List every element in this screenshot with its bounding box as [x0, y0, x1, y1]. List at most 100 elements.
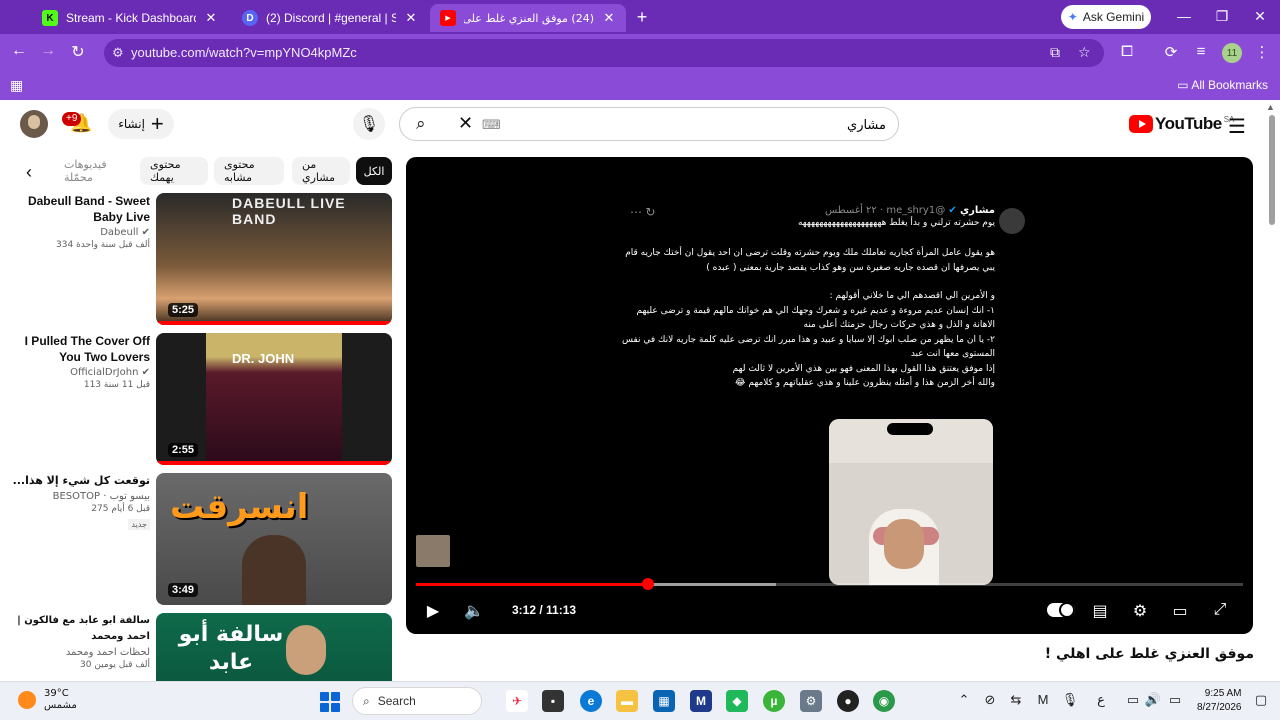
apps-grid-icon[interactable]: ▦ — [10, 77, 23, 94]
autoplay-toggle[interactable] — [1047, 602, 1075, 618]
app-m-icon[interactable]: M — [690, 690, 712, 712]
close-icon[interactable]: ✕ — [204, 10, 218, 26]
video-title[interactable]: I Pulled The Cover Off You Two Lovers — [2, 333, 150, 365]
taskbar-search[interactable]: ⌕ Search — [352, 687, 482, 715]
minimize-icon[interactable]: — — [1174, 8, 1194, 24]
sync-icon[interactable]: ⟳ — [1161, 43, 1181, 61]
microphone-icon[interactable]: 🎙 — [1061, 692, 1079, 708]
youtube-logo[interactable]: YouTube SA — [1129, 114, 1234, 134]
obs-icon[interactable]: ● — [837, 690, 859, 712]
theater-mode-icon[interactable]: ▭ — [1168, 601, 1192, 621]
channel-name[interactable]: OfficialDrJohn ✔ — [2, 367, 150, 378]
video-title[interactable]: توقعت كل شيء إلا هذا... — [2, 473, 150, 489]
tray-overflow-icon[interactable]: ⌃ — [955, 692, 973, 708]
video-player[interactable]: ⋯ ↻ مشاري ✔ @me_shry1 · ٢٢ أغسطس يوم حشر… — [406, 157, 1253, 634]
bird-app-icon[interactable]: ✈ — [506, 690, 528, 712]
chip-all[interactable]: الكل — [356, 157, 392, 185]
new-tab-button[interactable]: + — [632, 7, 652, 28]
profile-avatar[interactable]: 11 — [1222, 43, 1242, 63]
site-info-icon[interactable]: ⚙ — [112, 45, 124, 61]
play-icon[interactable]: ▶ — [421, 601, 445, 621]
back-icon[interactable]: ← — [8, 42, 30, 60]
new-badge: جديد — [128, 519, 150, 530]
speaker-icon[interactable]: 🔊 — [1144, 692, 1162, 708]
tray-app-icon[interactable]: ⇆ — [1007, 692, 1025, 708]
language-indicator[interactable]: ع — [1092, 692, 1110, 708]
bookmark-star-icon[interactable]: ☆ — [1078, 44, 1091, 61]
chip-from-channel[interactable]: من مشاري — [292, 157, 350, 185]
search-input[interactable] — [506, 115, 886, 135]
media-icon[interactable]: ≡ — [1191, 43, 1211, 60]
list-item[interactable]: DABEULL LIVE BAND 5:25 Dabeull Band - Sw… — [0, 193, 400, 327]
chip-similar[interactable]: محتوى مشابه — [214, 157, 284, 185]
tray-app-icon[interactable]: M — [1034, 692, 1052, 707]
video-title[interactable]: سالفة ابو عابد مع فالكون | احمد ومحمد — [2, 613, 150, 645]
channel-name[interactable]: BESOTOP · بيسو توب — [2, 491, 150, 502]
all-bookmarks-button[interactable]: ▭ All Bookmarks — [1177, 78, 1268, 92]
video-title[interactable]: Dabeull Band - Sweet Baby Live — [2, 193, 150, 225]
account-avatar[interactable] — [20, 110, 48, 138]
app-diamond-icon[interactable]: ◆ — [726, 690, 748, 712]
duration-badge: 5:25 — [167, 303, 198, 317]
more-menu-icon[interactable]: ⋮ — [1252, 43, 1272, 61]
network-icon[interactable]: ▭ — [1124, 692, 1142, 708]
url-text: youtube.com/watch?v=mpYNO4kpMZc — [131, 45, 357, 60]
ask-gemini-button[interactable]: ✦ Ask Gemini — [1061, 5, 1151, 29]
list-item[interactable]: DR. JOHN 2:55 I Pulled The Cover Off You… — [0, 333, 400, 467]
reload-icon[interactable]: ↻ — [67, 42, 89, 62]
install-icon[interactable]: ⧉ — [1050, 44, 1060, 61]
video-thumbnail[interactable]: سالفة أبو عابد — [156, 613, 392, 681]
keyboard-icon[interactable]: ⌨ — [482, 117, 501, 133]
scrubber-handle[interactable] — [641, 578, 654, 590]
tweet-paragraph: ٢- يا ان ما يظهر من صلب ابوك إلا سبايا و… — [622, 334, 995, 360]
channel-name[interactable]: Dabeull ✔ — [2, 227, 150, 238]
create-button[interactable]: إنشاء + — [108, 109, 174, 139]
tab-kick[interactable]: K Stream - Kick Dashboard ✕ — [32, 4, 228, 32]
settings-gear-icon[interactable]: ⚙ — [1128, 601, 1152, 621]
video-thumbnail[interactable]: DABEULL LIVE BAND 5:25 — [156, 193, 392, 325]
file-explorer-icon[interactable]: ▬ — [616, 690, 638, 712]
chip-uploaded[interactable]: فيديوهات محمّلة — [54, 157, 134, 185]
clear-search-icon[interactable]: ✕ — [458, 113, 473, 134]
scroll-up-arrow[interactable]: ▲ — [1266, 102, 1275, 112]
scrollbar-thumb[interactable] — [1269, 115, 1275, 225]
task-view-icon[interactable]: ▪ — [542, 690, 564, 712]
video-thumbnail[interactable]: انسرقت 3:49 — [156, 473, 392, 605]
hamburger-menu-icon[interactable]: ☰ — [1228, 114, 1246, 139]
close-icon[interactable]: ✕ — [602, 10, 616, 26]
address-bar[interactable]: ⚙ youtube.com/watch?v=mpYNO4kpMZc ⧉ ☆ — [104, 39, 1104, 67]
progress-bar[interactable] — [416, 578, 1243, 590]
chip-for-you[interactable]: محتوى يهمك — [140, 157, 208, 185]
tab-youtube[interactable]: ▶ (24) موفق العنزي غلط على اهلي ✕ — [430, 4, 626, 32]
list-item[interactable]: انسرقت 3:49 توقعت كل شيء إلا هذا... BESO… — [0, 473, 400, 607]
utorrent-icon[interactable]: µ — [763, 690, 785, 712]
settings-icon[interactable]: ⚙ — [800, 690, 822, 712]
clock[interactable]: 9:25 AM 8/27/2026 — [1197, 687, 1242, 715]
channel-name[interactable]: لحظات احمد ومحمد — [2, 647, 150, 658]
tab-discord[interactable]: D (2) Discord | #general | Super F ✕ — [232, 4, 428, 32]
fullscreen-icon[interactable]: ⤢ — [1208, 601, 1232, 619]
notification-center-icon[interactable]: ▢ — [1252, 692, 1270, 708]
tray-app-icon[interactable]: ⊘ — [981, 692, 999, 708]
windows-start-icon[interactable] — [320, 692, 340, 712]
close-icon[interactable]: ✕ — [404, 10, 418, 26]
extensions-icon[interactable]: ⧠ — [1117, 43, 1137, 60]
window-close-icon[interactable]: ✕ — [1250, 8, 1270, 25]
chrome-icon[interactable]: ◉ — [873, 690, 895, 712]
video-stats: 30 ألف قبل يومين — [80, 660, 150, 670]
subtitles-icon[interactable]: ▤ — [1088, 601, 1112, 621]
restore-icon[interactable]: ❐ — [1212, 8, 1232, 25]
search-icon[interactable]: ⌕ — [416, 114, 426, 134]
video-thumbnail[interactable]: DR. JOHN 2:55 — [156, 333, 392, 465]
weather-widget[interactable]: 39°C مشمس — [18, 688, 77, 712]
tab-title: (2) Discord | #general | Super F — [266, 11, 396, 25]
battery-icon[interactable]: ▭ — [1166, 692, 1184, 708]
list-item[interactable]: سالفة أبو عابد سالفة ابو عابد مع فالكون … — [0, 613, 400, 681]
store-icon[interactable]: ▦ — [653, 690, 675, 712]
volume-icon[interactable]: 🔈 — [462, 601, 486, 621]
verified-icon: ✔ — [141, 367, 150, 378]
forward-icon[interactable]: → — [37, 42, 59, 60]
chevron-left-icon[interactable]: ‹ — [26, 162, 32, 183]
voice-search-mic-icon[interactable]: 🎙 — [353, 108, 385, 140]
edge-icon[interactable]: e — [580, 690, 602, 712]
